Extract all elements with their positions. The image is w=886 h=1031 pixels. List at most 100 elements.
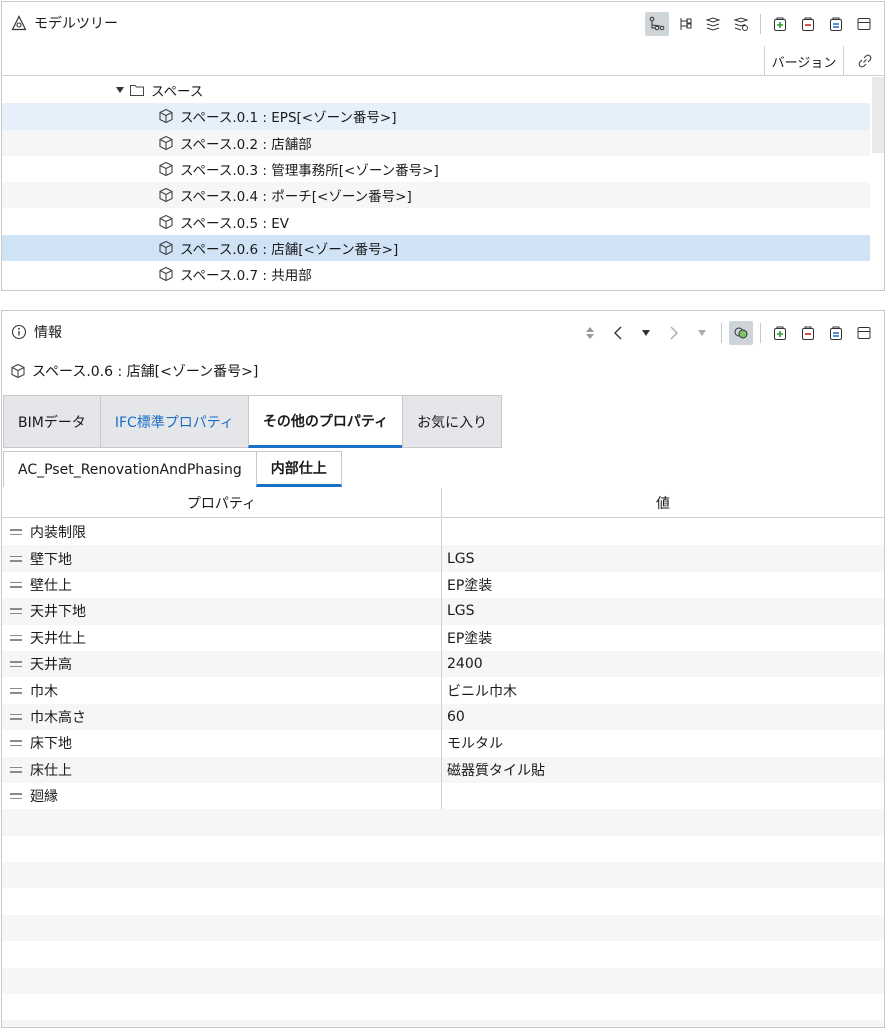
tab-bim-data[interactable]: BIMデータ	[3, 395, 101, 448]
drag-handle-icon[interactable]	[10, 634, 22, 641]
layers-icon[interactable]	[701, 12, 725, 36]
empty-row	[2, 994, 884, 1020]
property-grid: 内装制限 壁下地 LGS 壁仕上 EP塗装 天井下地 LGS 天井仕上 EP塗装 天井高…	[2, 519, 884, 1027]
drag-handle-icon[interactable]	[10, 581, 22, 588]
property-value: LGS	[447, 603, 475, 620]
cube-icon	[10, 363, 26, 379]
drag-handle-icon[interactable]	[10, 740, 22, 747]
tree-view-icon[interactable]	[645, 12, 669, 36]
expand-all-icon[interactable]	[768, 321, 792, 345]
empty-row	[2, 914, 884, 942]
property-column-header[interactable]: プロパティ	[2, 488, 442, 517]
model-tree-panel: モデルツリー バージョン スペース スペース.0.1 : EPS[<ゾーン番号>…	[1, 1, 885, 291]
toolbar-separator	[760, 323, 761, 343]
collapse-all-icon[interactable]	[796, 321, 820, 345]
cube-icon	[158, 240, 174, 256]
cube-icon	[158, 187, 174, 203]
tree-item[interactable]: スペース.0.1 : EPS[<ゾーン番号>]	[2, 103, 870, 130]
table-row[interactable]: 壁下地 LGS	[2, 545, 884, 572]
table-row[interactable]: 床下地 モルタル	[2, 730, 884, 757]
tab-favorites[interactable]: お気に入り	[402, 395, 503, 448]
tab-ifc-properties[interactable]: IFC標準プロパティ	[99, 395, 249, 448]
drag-handle-icon[interactable]	[10, 555, 22, 562]
value-column-header[interactable]: 値	[442, 488, 884, 517]
table-row[interactable]: 天井高 2400	[2, 650, 884, 678]
property-name: 巾木	[30, 683, 58, 700]
table-row[interactable]: 廻縁	[2, 782, 884, 810]
tree-item[interactable]: スペース.0.5 : EV	[2, 208, 870, 234]
info-title: 情報	[34, 325, 62, 341]
history-dropdown-icon[interactable]	[634, 321, 658, 345]
back-icon[interactable]	[606, 321, 630, 345]
table-row[interactable]: 巾木高さ 60	[2, 703, 884, 731]
tree-column-header: バージョン	[2, 46, 884, 76]
property-name: 壁仕上	[30, 577, 72, 594]
table-row[interactable]: 壁仕上 EP塗装	[2, 571, 884, 599]
tree-folder-label: スペース	[151, 84, 204, 101]
property-value: 2400	[447, 656, 483, 673]
table-row[interactable]: 天井仕上 EP塗装	[2, 624, 884, 651]
toolbar-separator	[721, 323, 722, 343]
tab-renovation-phasing[interactable]: AC_Pset_RenovationAndPhasing	[3, 451, 257, 487]
table-row[interactable]: 巾木 ビニル巾木	[2, 677, 884, 704]
table-row[interactable]: 床仕上 磁器質タイル貼	[2, 756, 884, 783]
empty-row	[2, 862, 884, 889]
toolbar-separator	[760, 14, 761, 34]
model-tree-toolbar	[645, 12, 876, 36]
tree-item-selected[interactable]: スペース.0.6 : 店舗[<ゾーン番号>]	[2, 234, 870, 262]
list-view-icon[interactable]	[824, 321, 848, 345]
expand-all-icon[interactable]	[768, 12, 792, 36]
selected-object-label: スペース.0.6 : 店舗[<ゾーン番号>]	[32, 364, 259, 380]
cube-icon	[158, 135, 174, 151]
version-column-header[interactable]: バージョン	[764, 46, 844, 76]
sync-selection-icon[interactable]	[729, 321, 753, 345]
property-name: 床仕上	[30, 762, 72, 779]
tree-item[interactable]: スペース.0.2 : 店舗部	[2, 129, 870, 156]
tree-item[interactable]: スペース.0.4 : ポーチ[<ゾーン番号>]	[2, 182, 870, 209]
drag-handle-icon[interactable]	[10, 661, 22, 668]
info-toolbar	[578, 321, 876, 345]
tree-item-label: スペース.0.7 : 共用部	[180, 268, 312, 285]
property-name: 廻縁	[30, 789, 58, 806]
property-name: 巾木高さ	[30, 709, 86, 726]
tree-folder-row[interactable]: スペース	[2, 77, 870, 103]
tab-interior-finish[interactable]: 内部仕上	[255, 451, 342, 487]
drag-handle-icon[interactable]	[10, 687, 22, 694]
drag-handle-icon[interactable]	[10, 713, 22, 720]
property-value: ビニル巾木	[447, 683, 517, 700]
drag-handle-icon[interactable]	[10, 608, 22, 615]
pset-tabs: AC_Pset_RenovationAndPhasing 内部仕上	[3, 451, 342, 487]
property-name: 天井下地	[30, 604, 86, 621]
tree-item-label: スペース.0.5 : EV	[180, 215, 290, 232]
tree-item[interactable]: スペース.0.3 : 管理事務所[<ゾーン番号>]	[2, 156, 870, 182]
collapse-all-icon[interactable]	[796, 12, 820, 36]
layers-link-icon[interactable]	[729, 12, 753, 36]
caret-down-icon[interactable]	[115, 85, 129, 95]
drag-handle-icon[interactable]	[10, 766, 22, 773]
sort-icon[interactable]	[578, 321, 602, 345]
forward-dropdown-icon[interactable]	[690, 321, 714, 345]
property-name: 天井仕上	[30, 630, 86, 647]
forward-icon[interactable]	[662, 321, 686, 345]
panel-layout-icon[interactable]	[852, 12, 876, 36]
panel-layout-icon[interactable]	[852, 321, 876, 345]
drag-handle-icon[interactable]	[10, 793, 22, 800]
empty-row	[2, 809, 884, 836]
table-row[interactable]: 内装制限	[2, 519, 884, 546]
tab-other-properties[interactable]: その他のプロパティ	[247, 395, 404, 448]
tree-scrollbar[interactable]	[872, 77, 884, 153]
empty-row	[2, 1020, 884, 1027]
cube-icon	[158, 161, 174, 177]
property-name: 内装制限	[30, 525, 86, 542]
table-row[interactable]: 天井下地 LGS	[2, 598, 884, 625]
selected-object: スペース.0.6 : 店舗[<ゾーン番号>]	[10, 359, 258, 383]
hierarchy-icon[interactable]	[673, 12, 697, 36]
property-value: モルタル	[447, 736, 503, 753]
empty-row	[2, 941, 884, 967]
link-icon[interactable]	[856, 52, 876, 72]
cube-icon	[158, 108, 174, 124]
empty-row	[2, 967, 884, 995]
list-view-icon[interactable]	[824, 12, 848, 36]
drag-handle-icon[interactable]	[10, 529, 22, 536]
tree-item[interactable]: スペース.0.7 : 共用部	[2, 261, 870, 287]
